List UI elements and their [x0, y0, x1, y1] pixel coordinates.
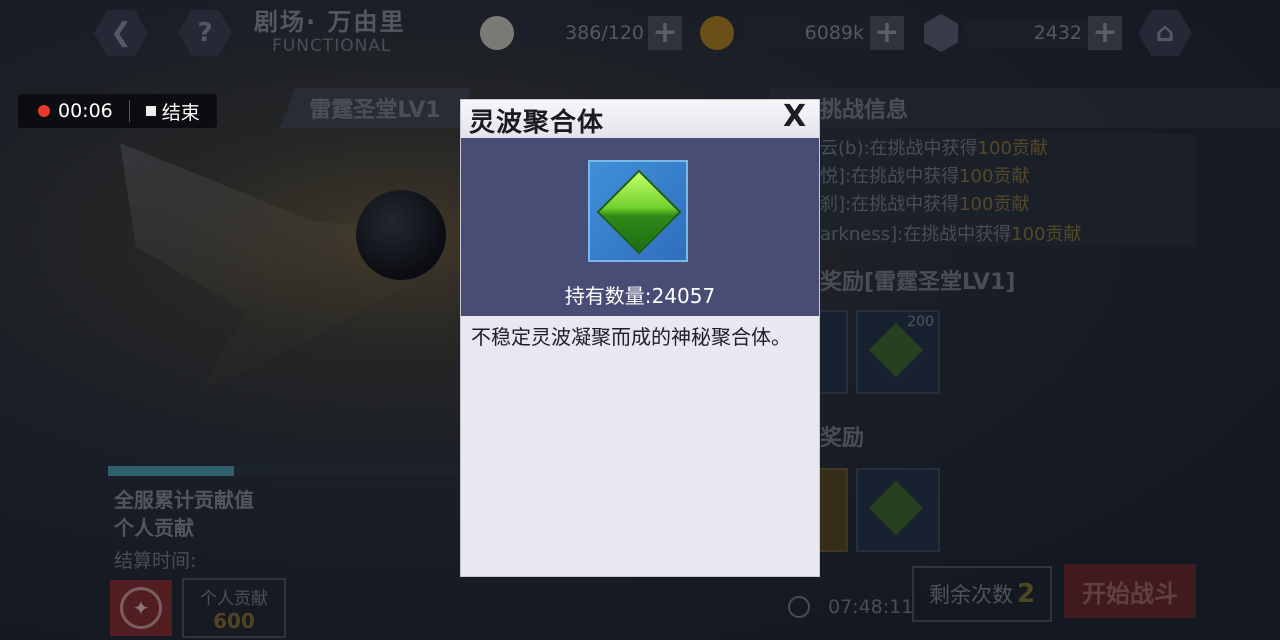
- close-button[interactable]: X: [783, 99, 806, 134]
- divider: [128, 100, 130, 122]
- item-description: 不稳定灵波凝聚而成的神秘聚合体。: [471, 325, 791, 349]
- dialog-header: 灵波聚合体 X: [461, 99, 819, 138]
- stop-recording-button[interactable]: 结束: [162, 98, 200, 125]
- stop-icon: [145, 106, 156, 116]
- item-info-dialog: 灵波聚合体 X 持有数量:24057 不稳定灵波凝聚而成的神秘聚合体。: [461, 99, 819, 576]
- item-display: 持有数量:24057: [461, 138, 819, 316]
- recording-time: 00:06: [58, 100, 113, 122]
- screen-recording-indicator[interactable]: 00:06 结束: [18, 94, 217, 128]
- dialog-title: 灵波聚合体: [469, 108, 605, 138]
- green-crystal-icon: [599, 172, 679, 252]
- record-icon: [38, 105, 50, 117]
- item-quantity: 持有数量:24057: [564, 284, 716, 308]
- item-icon-frame: [588, 160, 688, 262]
